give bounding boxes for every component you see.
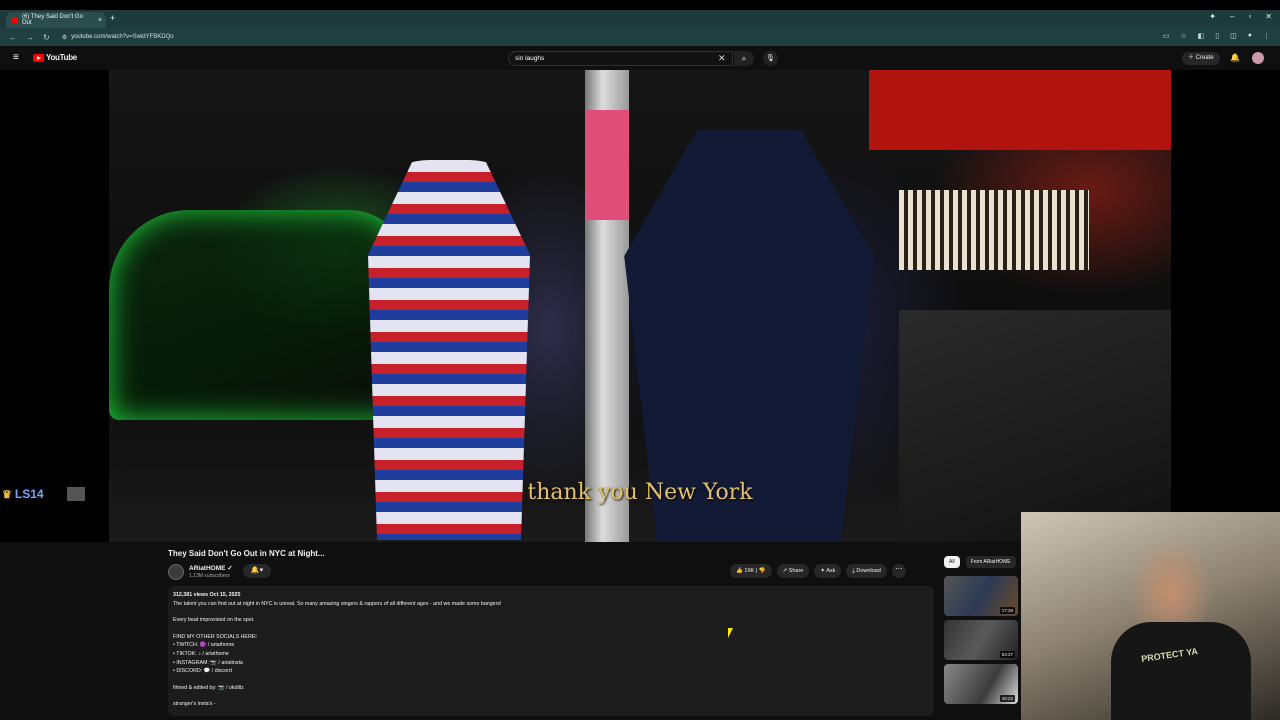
search-icon[interactable]: ⌕ bbox=[734, 51, 754, 66]
verified-icon: ✓ bbox=[227, 565, 233, 572]
mouse-cursor-icon bbox=[728, 628, 733, 638]
user-avatar[interactable] bbox=[1252, 52, 1264, 64]
subscriber-count: 1.13M subscribers bbox=[189, 573, 230, 579]
chip-all[interactable]: All bbox=[944, 556, 960, 568]
reload-icon[interactable]: ↻ bbox=[43, 33, 50, 42]
youtube-favicon-icon bbox=[12, 17, 18, 23]
more-actions-icon[interactable]: ⋯ bbox=[891, 564, 906, 578]
profile-icon[interactable]: ● bbox=[1248, 32, 1252, 40]
logo-text: YouTube bbox=[46, 53, 77, 62]
split-icon[interactable]: ◫ bbox=[1230, 32, 1237, 40]
extensions-icon[interactable]: ◧ bbox=[1198, 32, 1205, 40]
description-box[interactable]: 312,381 views Oct 15, 2025 The talent yo… bbox=[168, 586, 934, 716]
overlay-image bbox=[66, 487, 85, 501]
video-title: They Said Don't Go Out in NYC at Night..… bbox=[168, 549, 325, 558]
create-label: Create bbox=[1195, 55, 1214, 61]
crown-icon: ♛ bbox=[2, 488, 12, 501]
webcam-overlay: PROTECT YA bbox=[1021, 512, 1280, 720]
url-field[interactable]: youtube.com/watch?v=SwidYFBKDQo bbox=[71, 34, 174, 40]
related-video-thumbnail[interactable]: 53:27 bbox=[944, 620, 1018, 660]
webcam-person-shirt: PROTECT YA bbox=[1111, 622, 1251, 720]
social-link-twitch[interactable]: • TWITCH: 🟣 / ariathome bbox=[173, 641, 929, 650]
microphone-icon[interactable]: 🎙 bbox=[763, 51, 778, 66]
desc-line: FIND MY OTHER SOCIALS HERE! bbox=[173, 633, 257, 640]
social-link-instagram[interactable]: • INSTAGRAM: 📷 / ariatinsta bbox=[173, 659, 929, 668]
related-video-thumbnail[interactable]: 40:22 bbox=[944, 664, 1018, 704]
desc-line: The talent you can find out at night in … bbox=[173, 600, 502, 607]
site-info-icon[interactable]: ⚙ bbox=[62, 34, 67, 41]
browser-tab-strip: (6) They Said Don't Go Out × + ✦ – ▫ ✕ bbox=[0, 0, 1280, 28]
youtube-header: ≡ YouTube sin laughs ✕ ⌕ 🎙 ＋ Create 🔔 bbox=[0, 46, 1280, 70]
shirt-text: PROTECT YA bbox=[1140, 646, 1199, 664]
tab-title: (6) They Said Don't Go Out bbox=[21, 14, 84, 26]
related-filter-chips: All From ARiatHOME bbox=[944, 556, 1016, 568]
video-scene-awning bbox=[869, 70, 1171, 150]
youtube-play-icon bbox=[33, 53, 44, 62]
share-button[interactable]: ↗ Share bbox=[776, 564, 810, 578]
new-tab-icon[interactable]: + bbox=[110, 13, 115, 23]
forward-icon[interactable]: → bbox=[26, 33, 34, 42]
window-controls: ✦ – ▫ ✕ bbox=[1209, 12, 1272, 21]
subscribed-bell-button[interactable]: 🔔▾ bbox=[243, 564, 271, 578]
desc-line: stranger's insta's - bbox=[173, 701, 216, 708]
close-tab-icon[interactable]: × bbox=[98, 17, 102, 24]
video-scene-car bbox=[109, 210, 409, 420]
download-button[interactable]: ⤓ Download bbox=[846, 564, 887, 578]
social-link-discord[interactable]: • DISCORD: 💬 / discord bbox=[173, 667, 929, 676]
menu-kebab-icon[interactable]: ⋮ bbox=[1263, 32, 1270, 40]
video-scene-dj-gear bbox=[899, 310, 1171, 542]
video-scene-pole bbox=[585, 70, 629, 542]
view-stats: 312,381 views Oct 15, 2025 bbox=[173, 592, 241, 598]
video-actions: 👍 19K | 👎 ↗ Share ✦ Ask ⤓ Download ⋯ bbox=[730, 564, 906, 578]
extension-icon[interactable]: ✦ bbox=[1209, 12, 1216, 21]
chip-from-channel[interactable]: From ARiatHOME bbox=[965, 556, 1016, 568]
search-input[interactable]: sin laughs bbox=[508, 51, 733, 66]
channel-name[interactable]: ARiatHOME ✓ bbox=[189, 564, 233, 572]
browser-tab[interactable]: (6) They Said Don't Go Out × bbox=[6, 12, 106, 28]
channel-avatar[interactable] bbox=[168, 564, 184, 580]
video-scene-fence bbox=[899, 190, 1089, 270]
youtube-logo[interactable]: YouTube bbox=[33, 53, 77, 62]
minimize-icon[interactable]: – bbox=[1230, 12, 1234, 21]
create-button[interactable]: ＋ Create bbox=[1182, 52, 1220, 65]
sidepanel-icon[interactable]: ▯ bbox=[1215, 32, 1219, 40]
close-window-icon[interactable]: ✕ bbox=[1265, 12, 1272, 21]
address-bar: ← → ↻ ⚙ youtube.com/watch?v=SwidYFBKDQo … bbox=[0, 28, 1280, 46]
duration-badge: 40:22 bbox=[999, 695, 1015, 702]
hamburger-menu-icon[interactable]: ≡ bbox=[13, 52, 19, 63]
cast-icon[interactable]: ▭ bbox=[1163, 32, 1170, 40]
back-icon[interactable]: ← bbox=[9, 33, 17, 42]
related-video-thumbnail[interactable]: 17:28 bbox=[944, 576, 1018, 616]
overlay-text: LS14 bbox=[14, 487, 44, 501]
social-link-tiktok[interactable]: • TIKTOK: ♪ / ariathome bbox=[173, 650, 929, 659]
clear-search-icon[interactable]: ✕ bbox=[718, 53, 726, 64]
duration-badge: 53:27 bbox=[999, 651, 1015, 658]
video-player[interactable]: thank you New York bbox=[109, 70, 1171, 542]
desc-line: Every beat improvised on the spot. bbox=[173, 617, 255, 624]
duration-badge: 17:28 bbox=[999, 607, 1015, 614]
stream-overlay: ♛ LS14 bbox=[2, 487, 85, 501]
maximize-icon[interactable]: ▫ bbox=[1248, 12, 1251, 21]
ask-button[interactable]: ✦ Ask bbox=[814, 564, 842, 578]
notifications-bell-icon[interactable]: 🔔 bbox=[1230, 53, 1240, 62]
bookmark-star-icon[interactable]: ☆ bbox=[1180, 32, 1186, 40]
like-button[interactable]: 👍 19K | 👎 bbox=[730, 564, 772, 578]
video-caption: thank you New York bbox=[527, 480, 753, 505]
desc-credit[interactable]: filmed & edited by: 📷 / okdillz bbox=[173, 684, 929, 693]
